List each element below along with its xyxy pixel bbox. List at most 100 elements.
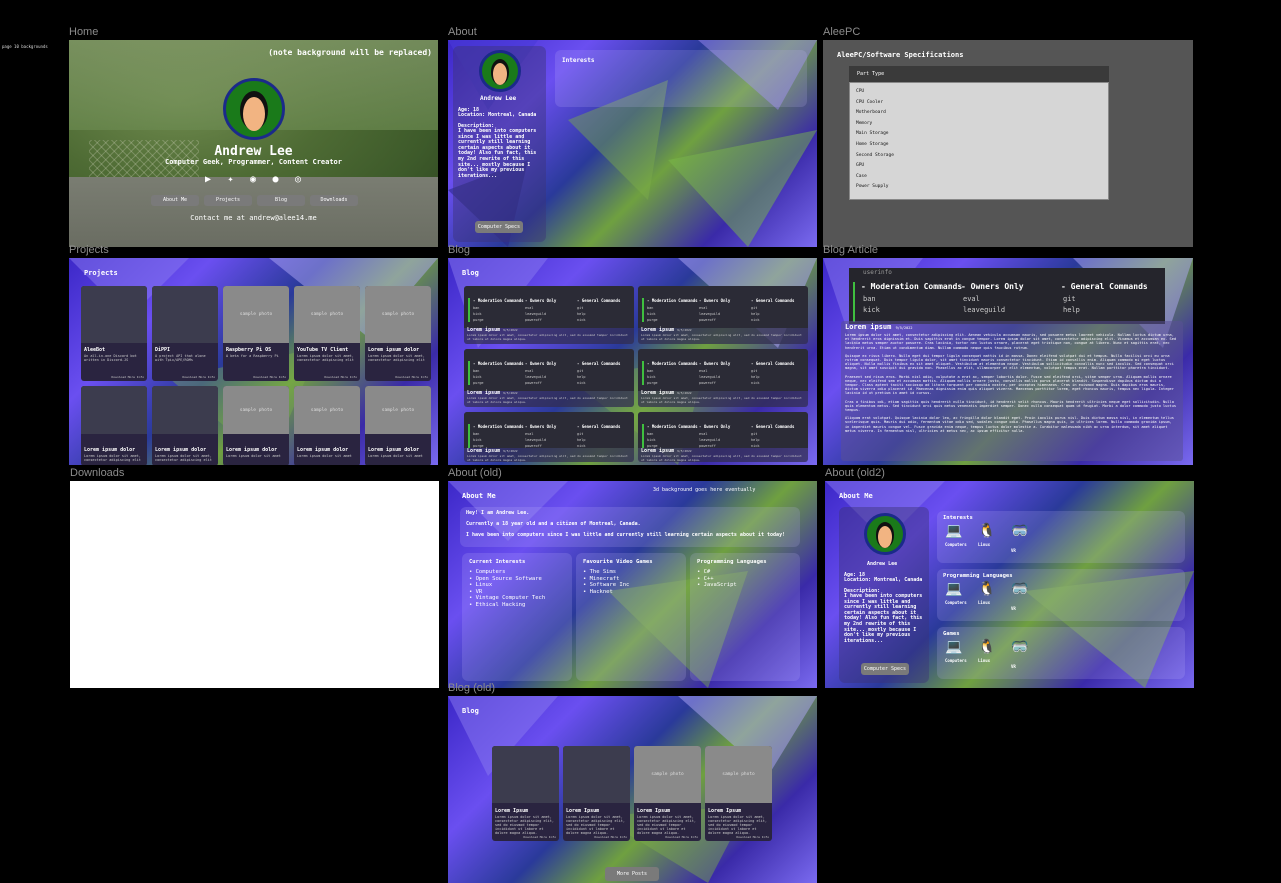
command-item: git <box>751 306 758 310</box>
blog-post[interactable]: - Moderation Commands ban kick purge - Owner… <box>638 412 808 462</box>
blog-card[interactable]: Lorem Ipsum Lorem ipsum dolor sit amet, c… <box>563 746 630 841</box>
profile-location: Location: Montreal, Canada <box>844 577 923 583</box>
icon-section: Interests 💻 Computers 🐧 Linux 🥽 VR <box>937 511 1185 563</box>
computers-icon: 💻 <box>945 523 963 539</box>
project-title: YouTube TV Client <box>297 347 349 353</box>
about-old2-frame: About Me Andrew Lee Age: 18 Location: Mo… <box>825 481 1194 688</box>
computer-specs-button[interactable]: Computer Specs <box>861 663 909 675</box>
youtube-icon[interactable]: ▶ <box>205 174 211 185</box>
command-header: - Owners Only <box>525 424 557 429</box>
command-item: git <box>1063 295 1076 303</box>
project-card[interactable]: sample photo Lorem ipsum dolor Lorem ipsum… <box>294 386 360 465</box>
project-links[interactable]: Download More Info <box>395 375 428 379</box>
column-item: • C# <box>697 569 711 575</box>
instagram-icon[interactable]: ◎ <box>295 174 301 185</box>
command-item: purge <box>647 318 658 322</box>
vr-icon: 🥽 <box>1011 523 1029 539</box>
background-note: 3d background goes here eventually <box>653 487 756 493</box>
project-links[interactable]: Download More Info <box>324 375 357 379</box>
command-item: kick <box>647 312 656 316</box>
icon-caption: VR <box>1011 606 1016 611</box>
blog-post[interactable]: - Moderation Commands ban kick purge - Owner… <box>638 286 808 344</box>
project-card[interactable]: sample photo Lorem ipsum dolor Lorem ipsum… <box>365 286 431 381</box>
projects-button[interactable]: Projects <box>204 195 252 206</box>
article-screenshot: userinfo - Moderation Commands ban kick - O… <box>849 268 1165 324</box>
project-description: Lorem ipsum dolor sit amet, consectetur … <box>368 354 425 362</box>
aleepc-frame: AleePC/Software Specifications Part Type… <box>823 40 1193 247</box>
spec-row-second-storage: Second Storage <box>856 152 894 158</box>
command-item: ban <box>473 432 480 436</box>
blog-post[interactable]: - Moderation Commands ban kick purge - Owner… <box>464 412 634 462</box>
command-item: leaveguild <box>963 306 1006 314</box>
github-icon[interactable]: ● <box>272 174 278 185</box>
intro-line-3: I have been into computers since I was l… <box>466 532 786 538</box>
specs-table-header: Part Type <box>849 66 1109 82</box>
card-links[interactable]: Download More Info <box>523 835 556 839</box>
post-screenshot <box>492 746 559 803</box>
blog-post[interactable]: - Moderation Commands ban kick purge - Owner… <box>464 286 634 344</box>
twitter-icon[interactable]: ✦ <box>227 174 233 185</box>
blog-card[interactable]: Lorem Ipsum Lorem ipsum dolor sit amet, c… <box>492 746 559 841</box>
home-name: Andrew Lee <box>214 144 293 159</box>
card-title: Lorem Ipsum <box>637 808 671 814</box>
project-title: Lorem ipsum dolor <box>226 447 278 453</box>
card-title: Lorem Ipsum <box>566 808 600 814</box>
command-item: git <box>751 432 758 436</box>
command-item: nick <box>577 318 586 322</box>
post-description: Lorem ipsum dolor sit amet, consectetur … <box>467 454 628 462</box>
spec-row-power-supply: Power Supply <box>856 184 889 190</box>
project-links[interactable]: Download More Info <box>253 375 286 379</box>
post-accent-bar <box>642 298 644 322</box>
more-posts-button[interactable]: More Posts <box>605 867 659 881</box>
interest-column: Programming Languages • C# • C++ • JavaScri… <box>690 553 800 681</box>
blog-button[interactable]: Blog <box>257 195 305 206</box>
command-header: - Owners Only <box>525 361 557 366</box>
blog-post[interactable]: - Moderation Commands ban kick purge - Owner… <box>638 349 808 407</box>
command-item: git <box>577 369 584 373</box>
spec-row-memory: Memory <box>856 120 873 126</box>
contact-text[interactable]: Contact me at andrew@alee14.me <box>69 214 438 222</box>
card-links[interactable]: Download More Info <box>736 835 769 839</box>
discord-icon[interactable]: ◉ <box>250 174 256 185</box>
command-item: poweroff <box>699 318 716 322</box>
command-header: - Owners Only <box>525 298 557 303</box>
vr-icon: 🥽 <box>1011 639 1029 655</box>
blog-card[interactable]: sample photo Lorem Ipsum Lorem ipsum dolor… <box>634 746 701 841</box>
command-item: nick <box>751 444 760 448</box>
project-links[interactable]: Download More Info <box>182 375 215 379</box>
project-title: Raspberry Pi OS <box>226 347 272 353</box>
command-header: - General Commands <box>751 298 795 303</box>
icon-caption: Computers <box>945 658 967 663</box>
blog-card[interactable]: sample photo Lorem Ipsum Lorem ipsum dolor… <box>705 746 772 841</box>
card-links[interactable]: Download More Info <box>665 835 698 839</box>
command-header: - Owners Only <box>961 282 1024 291</box>
about-me-button[interactable]: About Me <box>151 195 199 206</box>
command-item: kick <box>473 438 482 442</box>
command-item: ban <box>647 432 654 436</box>
project-card[interactable]: sample photo Lorem ipsum dolor Lorem ipsum… <box>223 386 289 465</box>
downloads-button[interactable]: Downloads <box>310 195 358 206</box>
project-card[interactable]: sample photo Raspberry Pi OS A beta for a … <box>223 286 289 381</box>
project-screenshot <box>81 386 147 434</box>
spec-row-main-storage: Main Storage <box>856 131 889 137</box>
project-card[interactable]: Lorem ipsum dolor Lorem ipsum dolor sit a… <box>152 386 218 465</box>
computer-specs-button[interactable]: Computer Specs <box>475 221 523 233</box>
linux-icon: 🐧 <box>978 581 996 597</box>
project-card[interactable]: sample photo Lorem ipsum dolor Lorem ipsum… <box>365 386 431 465</box>
blog-post[interactable]: - Moderation Commands ban kick purge - Owner… <box>464 349 634 407</box>
card-title: Lorem Ipsum <box>495 808 529 814</box>
command-item: ban <box>647 306 654 310</box>
post-accent-bar <box>642 424 644 448</box>
card-links[interactable]: Download More Info <box>594 835 627 839</box>
project-links[interactable]: Download More Info <box>111 375 144 379</box>
command-header: - Moderation Commands <box>647 298 698 303</box>
project-title: Lorem ipsum dolor <box>155 447 207 453</box>
article-title: Lorem ipsum 9/5/2022 <box>845 323 913 331</box>
project-card[interactable]: Lorem ipsum dolor Lorem ipsum dolor sit a… <box>81 386 147 465</box>
sample-photo: sample photo <box>365 386 431 434</box>
command-item: leaveguild <box>525 375 547 379</box>
project-card[interactable]: AleeBot An all-in-one Discord bot written… <box>81 286 147 381</box>
column-item: • Ethical Hacking <box>469 601 526 608</box>
project-card[interactable]: DiPPI A project API that alone with Tpix/… <box>152 286 218 381</box>
project-card[interactable]: sample photo YouTube TV Client Lorem ipsum… <box>294 286 360 381</box>
